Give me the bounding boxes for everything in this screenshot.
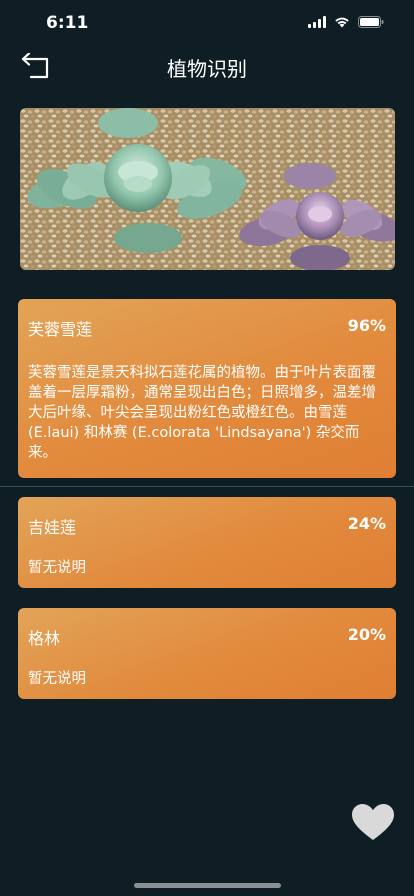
- favorite-button[interactable]: [352, 804, 394, 842]
- result-card[interactable]: 芙蓉雪莲 96% 芙蓉雪莲是景天科拟石莲花属的植物。由于叶片表面覆盖着一层厚霜粉…: [18, 299, 396, 478]
- result-card[interactable]: 吉娃莲 24% 暂无说明: [18, 497, 396, 588]
- divider: [0, 486, 414, 487]
- wifi-icon: [335, 17, 349, 28]
- result-confidence: 20%: [347, 625, 386, 644]
- result-name: 格林: [28, 629, 61, 648]
- home-indicator: [134, 883, 281, 888]
- page-title: 植物识别: [167, 57, 247, 81]
- result-description: 暂无说明: [28, 671, 86, 687]
- status-time: 6:11: [46, 13, 89, 33]
- status-bar: 6:11: [0, 0, 414, 44]
- result-name: 芙蓉雪莲: [28, 320, 93, 339]
- nav-bar: 植物识别: [0, 44, 414, 90]
- heart-icon: [352, 804, 394, 840]
- result-confidence: 96%: [347, 316, 386, 335]
- result-card[interactable]: 格林 20% 暂无说明: [18, 608, 396, 699]
- result-name: 吉娃莲: [28, 518, 77, 537]
- result-description: 暂无说明: [28, 560, 86, 576]
- result-description: 芙蓉雪莲是景天科拟石莲花属的植物。由于叶片表面覆盖着一层厚霜粉，通常呈现出白色；…: [28, 365, 376, 461]
- battery-icon: [358, 16, 384, 28]
- status-icons: [308, 16, 384, 28]
- result-confidence: 24%: [347, 514, 386, 533]
- signal-icon: [308, 16, 326, 28]
- plant-photo: [20, 108, 395, 270]
